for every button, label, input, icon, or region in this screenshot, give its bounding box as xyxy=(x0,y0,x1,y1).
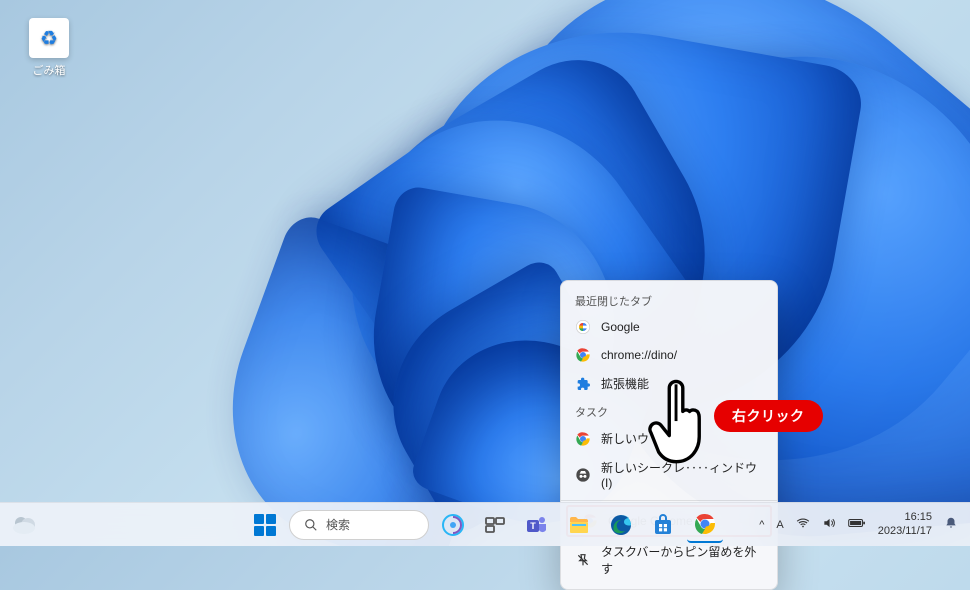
recycle-bin-label: ごみ箱 xyxy=(22,62,76,78)
extension-icon xyxy=(575,376,591,392)
jump-list-item-label: タスクバーからピン留めを外す xyxy=(601,543,763,577)
clock[interactable]: 16:15 2023/11/17 xyxy=(878,511,932,539)
teams-icon: T xyxy=(525,513,549,537)
widgets-button[interactable] xyxy=(10,510,40,540)
chrome-icon xyxy=(575,347,591,363)
tray-overflow-chevron-icon[interactable]: ^ xyxy=(759,519,764,531)
store-icon xyxy=(651,513,675,537)
incognito-icon xyxy=(575,467,591,483)
recycle-bin[interactable]: ごみ箱 xyxy=(22,18,76,78)
ime-indicator[interactable]: A xyxy=(776,519,783,531)
system-tray: ^ A 16:15 2023/11/17 xyxy=(759,511,958,539)
file-explorer-icon xyxy=(567,513,591,537)
task-view-icon xyxy=(483,513,507,537)
windows-logo-icon xyxy=(254,514,276,536)
edge-button[interactable] xyxy=(603,507,639,543)
clock-date: 2023/11/17 xyxy=(878,525,932,539)
jump-list-item-label: 新しいシークレ‥‥ィンドウ(I) xyxy=(601,459,763,490)
chrome-icon xyxy=(575,431,591,447)
search-icon xyxy=(304,518,318,532)
search-placeholder: 検索 xyxy=(326,516,350,533)
task-view-button[interactable] xyxy=(477,507,513,543)
clock-time: 16:15 xyxy=(878,511,932,525)
microsoft-store-button[interactable] xyxy=(645,507,681,543)
copilot-button[interactable] xyxy=(435,507,471,543)
jump-list-section-recent: 最近閉じたタブ xyxy=(561,287,777,313)
chrome-taskbar-button[interactable] xyxy=(687,507,723,543)
jump-list-item-label: Google xyxy=(601,320,640,334)
taskbar: 検索 T ^ A xyxy=(0,502,970,546)
recycle-bin-icon xyxy=(29,18,69,58)
start-button[interactable] xyxy=(247,507,283,543)
chrome-icon xyxy=(693,512,717,536)
svg-text:T: T xyxy=(530,521,536,531)
edge-icon xyxy=(609,513,633,537)
volume-icon[interactable] xyxy=(822,516,836,533)
jump-list-item-dino[interactable]: chrome://dino/ xyxy=(561,341,777,369)
annotation-right-click-label: 右クリック xyxy=(714,400,823,432)
file-explorer-button[interactable] xyxy=(561,507,597,543)
jump-list-item-label: 拡張機能 xyxy=(601,375,649,392)
jump-list-item-label: chrome://dino/ xyxy=(601,348,677,362)
jump-list-item-new-incognito[interactable]: 新しいシークレ‥‥ィンドウ(I) xyxy=(561,453,777,496)
menu-divider xyxy=(561,500,777,501)
desktop-wallpaper xyxy=(0,0,970,546)
wifi-icon[interactable] xyxy=(796,516,810,533)
jump-list-item-google[interactable]: Google xyxy=(561,313,777,341)
google-icon xyxy=(575,319,591,335)
notifications-icon[interactable] xyxy=(944,516,958,533)
jump-list-item-label: 新しいウ xyxy=(601,430,649,447)
copilot-icon xyxy=(441,513,465,537)
taskbar-search[interactable]: 検索 xyxy=(289,510,429,540)
battery-icon[interactable] xyxy=(848,516,866,533)
unpin-icon xyxy=(575,552,591,568)
teams-button[interactable]: T xyxy=(519,507,555,543)
jump-list-item-extensions[interactable]: 拡張機能 xyxy=(561,369,777,398)
